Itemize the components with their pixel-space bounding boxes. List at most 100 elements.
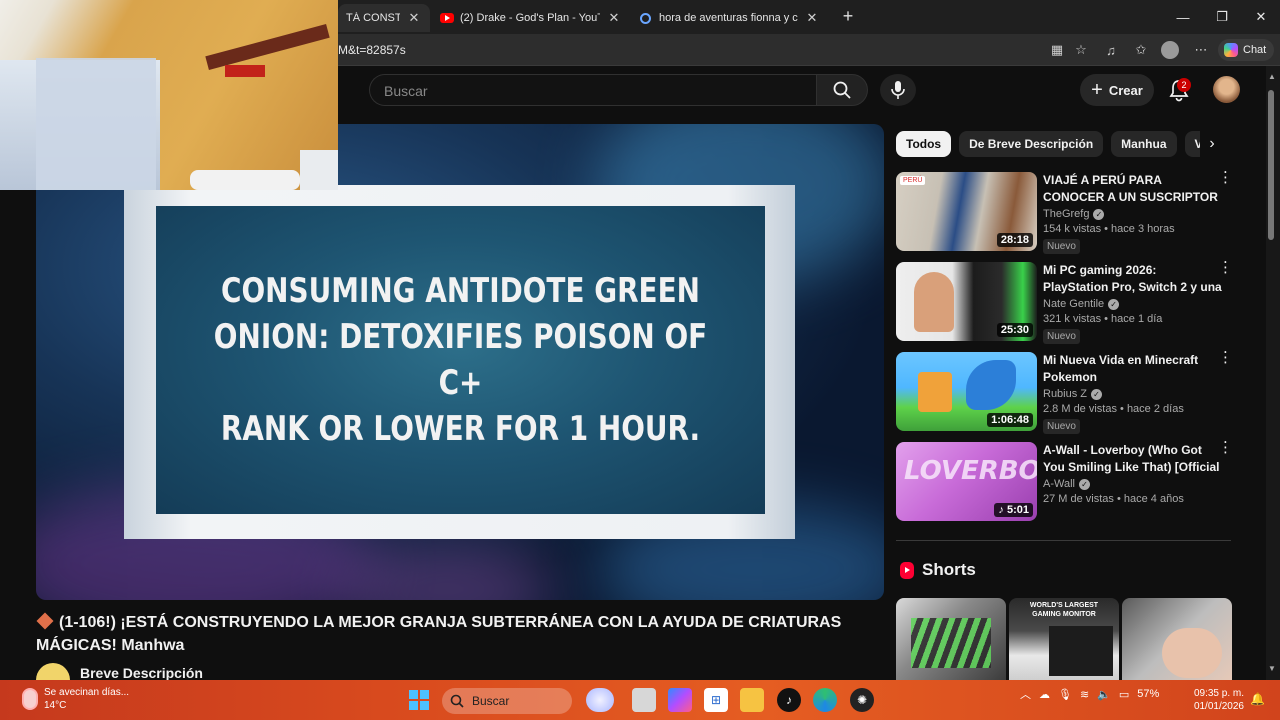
- video-meta: VIAJÉ A PERÚ PARA CONOCER A UN SUSCRIPTO…: [1043, 172, 1223, 254]
- notification-center-icon[interactable]: 🔔: [1250, 692, 1265, 706]
- favorite-star-icon[interactable]: ☆: [1071, 40, 1091, 60]
- channel-line: TheGrefg ✓: [1043, 208, 1223, 220]
- volume-icon[interactable]: 🔈: [1097, 688, 1111, 701]
- video-duration: 28:18: [996, 233, 1033, 247]
- copilot-icon: [1224, 43, 1238, 57]
- clock-time: 09:35 p. m.: [1193, 688, 1244, 699]
- restore-icon[interactable]: ❐: [1203, 0, 1241, 34]
- diamond-icon: [36, 612, 54, 630]
- channel-name[interactable]: Breve Descripción: [80, 665, 203, 681]
- battery-icon[interactable]: ▭: [1119, 688, 1129, 701]
- taskbar-search-label: Buscar: [472, 694, 510, 708]
- address-bar[interactable]: M&t=82857s: [338, 43, 406, 57]
- weather-text: Se avecinan días... 14°C: [44, 686, 129, 712]
- new-badge: Nuevo: [1043, 419, 1080, 434]
- video-stats: 154 k vistas • hace 3 horas: [1043, 223, 1175, 235]
- windows-start-icon[interactable]: [407, 688, 431, 712]
- new-badge: Nuevo: [1043, 239, 1080, 254]
- tiktok-icon[interactable]: ♪: [777, 688, 801, 712]
- minimize-icon[interactable]: —: [1164, 0, 1202, 34]
- channel-name[interactable]: Nate Gentile: [1043, 298, 1104, 310]
- video-title[interactable]: Mi PC gaming 2026: PlayStation Pro, Swit…: [1043, 262, 1223, 296]
- channel-name[interactable]: Rubius Z: [1043, 388, 1087, 400]
- youtube-icon: [440, 13, 454, 23]
- video-title[interactable]: A-Wall - Loverboy (Who Got You Smiling L…: [1043, 442, 1223, 476]
- edge-browser-icon[interactable]: [813, 688, 837, 712]
- close-window-icon[interactable]: ✕: [1242, 0, 1280, 34]
- divider: [896, 540, 1231, 541]
- video-meta: Mi PC gaming 2026: PlayStation Pro, Swit…: [1043, 262, 1223, 344]
- search-input[interactable]: Buscar: [369, 74, 816, 106]
- recommended-video[interactable]: LOVERBOY ♪ 5:01 A-Wall - Loverboy (Who G…: [896, 440, 1236, 522]
- channel-name[interactable]: TheGrefg: [1043, 208, 1089, 220]
- short-thumbnail[interactable]: [896, 598, 1006, 680]
- copilot-app-icon[interactable]: [668, 688, 692, 712]
- channel-name[interactable]: A-Wall: [1043, 478, 1075, 490]
- video-thumbnail[interactable]: 25:30: [896, 262, 1037, 341]
- video-meta: Mi Nueva Vida en Minecraft Pokemon Rubiu…: [1043, 352, 1223, 434]
- microsoft-store-icon[interactable]: ⊞: [704, 688, 728, 712]
- tab-current-video[interactable]: TÁ CONSTRUYEI ✕: [338, 4, 430, 32]
- more-actions-icon[interactable]: ⋮: [1218, 260, 1233, 275]
- more-actions-icon[interactable]: ⋮: [1218, 350, 1233, 365]
- short-thumbnail[interactable]: WORLD'S LARGEST GAMING MONITOR: [1009, 598, 1119, 680]
- copilot-chat-button[interactable]: Chat: [1218, 39, 1274, 61]
- webcam-overlay: [0, 0, 338, 190]
- video-stats: 27 M de vistas • hace 4 años: [1043, 493, 1184, 505]
- new-tab-button[interactable]: +: [838, 6, 858, 28]
- video-thumbnail[interactable]: LOVERBOY ♪ 5:01: [896, 442, 1037, 521]
- search-button[interactable]: [816, 74, 868, 106]
- chip-de-breve-descripcion[interactable]: De Breve Descripción: [959, 131, 1104, 157]
- music-note-icon: ♪: [998, 504, 1007, 516]
- task-view-icon[interactable]: [632, 688, 656, 712]
- weather-widget[interactable]: Se avecinan días... 14°C: [22, 686, 129, 712]
- profile-icon[interactable]: [1160, 40, 1180, 60]
- chevron-up-icon[interactable]: ︿: [1020, 686, 1031, 702]
- scroll-up-icon[interactable]: ▲: [1268, 72, 1276, 81]
- tab-title: TÁ CONSTRUYEI: [346, 12, 400, 24]
- video-player[interactable]: CONSUMING ANTIDOTE GREEN ONION: DETOXIFI…: [36, 124, 884, 600]
- webcam-cloth: [36, 58, 156, 190]
- more-actions-icon[interactable]: ⋮: [1218, 170, 1233, 185]
- user-avatar[interactable]: [1213, 76, 1240, 103]
- media-control-icon[interactable]: ♫: [1101, 40, 1121, 60]
- microphone-icon[interactable]: 🎙: [1058, 688, 1072, 701]
- apps-icon[interactable]: ▦: [1047, 40, 1067, 60]
- recommended-video[interactable]: 25:30 Mi PC gaming 2026: PlayStation Pro…: [896, 260, 1236, 344]
- chatgpt-icon[interactable]: ✺: [850, 688, 874, 712]
- chip-todos[interactable]: Todos: [896, 131, 952, 157]
- tab-hora-de-aventuras[interactable]: hora de aventuras fionna y cake cu ✕: [632, 4, 828, 32]
- tab-drake[interactable]: (2) Drake - God's Plan - YouTube ✕: [432, 4, 630, 32]
- system-clock[interactable]: 09:35 p. m. 01/01/2026: [1192, 687, 1244, 713]
- favorites-icon[interactable]: ✩: [1131, 40, 1151, 60]
- more-actions-icon[interactable]: ⋮: [1218, 440, 1233, 455]
- caption-line: RANK OR LOWER FOR 1 HOUR.: [220, 409, 701, 449]
- weather-headline: Se avecinan días...: [44, 687, 130, 698]
- file-explorer-icon[interactable]: [740, 688, 764, 712]
- recommended-video[interactable]: 1:06:48 Mi Nueva Vida en Minecraft Pokem…: [896, 350, 1236, 434]
- wifi-icon[interactable]: ≋: [1080, 688, 1089, 701]
- close-icon[interactable]: ✕: [606, 10, 622, 26]
- video-title[interactable]: VIAJÉ A PERÚ PARA CONOCER A UN SUSCRIPTO…: [1043, 172, 1223, 206]
- video-thumbnail[interactable]: PERÚ 28:18: [896, 172, 1037, 251]
- new-badge: Nuevo: [1043, 329, 1080, 344]
- tab-title: hora de aventuras fionna y cake cu: [659, 12, 798, 24]
- character-figure: [918, 372, 952, 412]
- more-options-icon[interactable]: ⋯: [1191, 40, 1211, 60]
- create-button[interactable]: + Crear: [1080, 74, 1154, 106]
- taskbar-search[interactable]: Buscar: [442, 688, 572, 714]
- voice-search-button[interactable]: [880, 74, 916, 106]
- scrollbar-thumb[interactable]: [1268, 90, 1274, 240]
- recommended-video[interactable]: PERÚ 28:18 VIAJÉ A PERÚ PARA CONOCER A U…: [896, 170, 1236, 254]
- close-icon[interactable]: ✕: [804, 10, 820, 26]
- chevron-right-icon[interactable]: ›: [1200, 131, 1224, 157]
- short-thumbnail[interactable]: [1122, 598, 1232, 680]
- widgets-icon[interactable]: [586, 688, 614, 712]
- video-thumbnail[interactable]: 1:06:48: [896, 352, 1037, 431]
- video-title[interactable]: Mi Nueva Vida en Minecraft Pokemon: [1043, 352, 1223, 386]
- close-icon[interactable]: ✕: [406, 10, 422, 26]
- onedrive-icon[interactable]: ☁: [1039, 688, 1050, 701]
- scroll-down-icon[interactable]: ▼: [1268, 664, 1276, 673]
- microphone-icon: [891, 81, 905, 99]
- chip-manhua[interactable]: Manhua: [1111, 131, 1177, 157]
